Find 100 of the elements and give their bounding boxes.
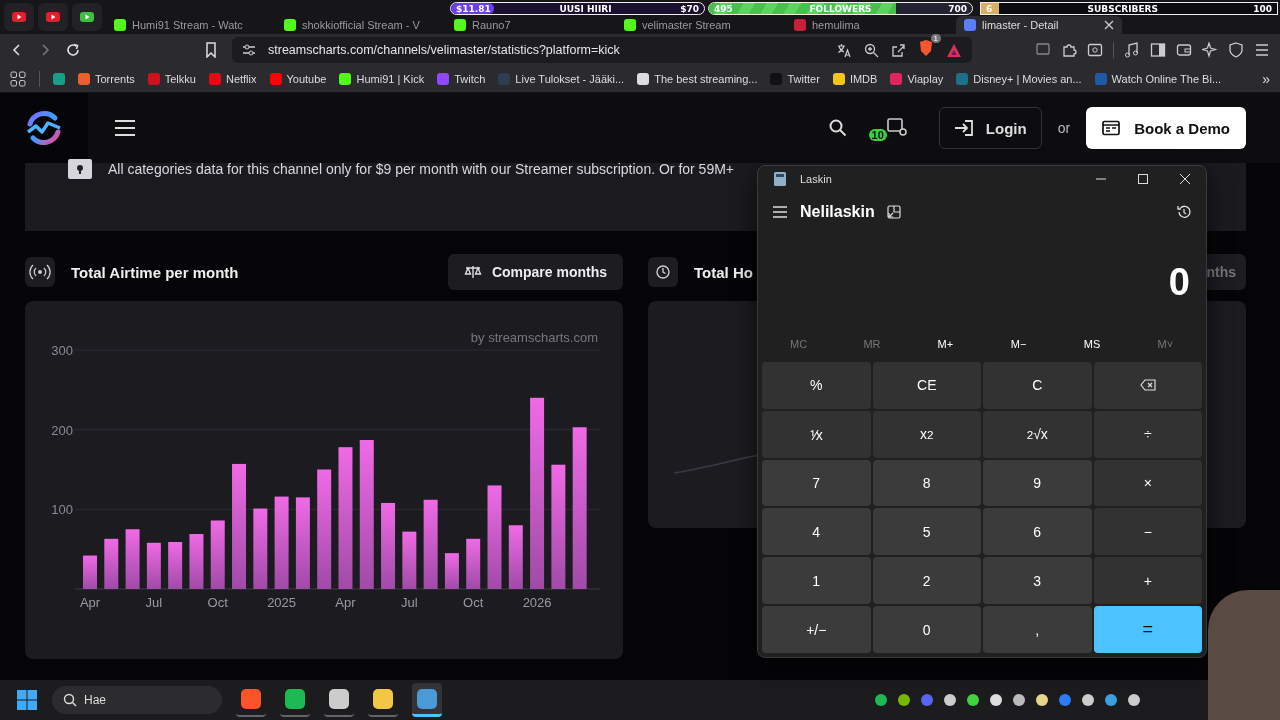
tray-icon[interactable] <box>990 694 1002 706</box>
book-demo-button[interactable]: Book a Demo <box>1086 107 1246 149</box>
reload-icon[interactable] <box>66 43 80 57</box>
translate-icon[interactable] <box>837 42 852 58</box>
browser-tab[interactable]: Rauno7 <box>446 16 612 34</box>
calculator-key[interactable]: 2 <box>872 557 981 605</box>
music-note-icon[interactable] <box>1124 42 1140 58</box>
calculator-key[interactable]: × <box>1093 459 1202 507</box>
bookmark-icon[interactable] <box>204 42 218 58</box>
tray-icon[interactable] <box>898 694 910 706</box>
calculator-icon <box>774 172 786 186</box>
calculator-key[interactable]: 4 <box>762 508 871 556</box>
pinned-tab[interactable] <box>72 3 102 31</box>
browser-tab[interactable]: limaster - Detail <box>956 16 1122 34</box>
calculator-key[interactable]: − <box>1093 508 1202 556</box>
bookmark-link[interactable]: Live Tulokset - Jääki... <box>498 73 625 85</box>
calculator-key[interactable]: C <box>983 362 1092 409</box>
taskbar-app[interactable] <box>412 683 442 717</box>
bookmark-link[interactable]: The best streaming... <box>637 73 758 85</box>
bar <box>210 520 225 589</box>
history-icon[interactable] <box>1176 204 1192 220</box>
bookmark-link[interactable]: Disney+ | Movies an... <box>956 73 1082 85</box>
calculator-key[interactable]: 8 <box>872 459 981 507</box>
calculator-key[interactable]: 3 <box>983 557 1092 605</box>
zoom-icon[interactable] <box>864 42 879 58</box>
bookmark-link[interactable]: Telkku <box>147 73 196 85</box>
bookmark-link[interactable]: Torrents <box>78 73 135 85</box>
calculator-key[interactable]: 1 <box>762 557 871 605</box>
calculator-key[interactable]: ÷ <box>1093 410 1202 458</box>
bookmark-link[interactable]: Viaplay <box>890 73 944 85</box>
logo-icon[interactable] <box>24 108 64 148</box>
browser-tab[interactable]: Humi91 Stream - Watc <box>106 16 272 34</box>
calculator-key[interactable]: + <box>1093 557 1202 605</box>
sparkle-icon[interactable] <box>1202 42 1218 58</box>
memory-button[interactable]: M+ <box>908 332 982 356</box>
tray-icon[interactable] <box>944 694 956 706</box>
menu-icon[interactable] <box>1254 42 1270 58</box>
calculator-key[interactable]: 9 <box>983 459 1092 507</box>
login-button[interactable]: Login <box>938 107 1042 149</box>
menu-icon[interactable] <box>772 206 788 218</box>
browser-tab[interactable]: shokkiofficial Stream - V <box>276 16 442 34</box>
bookmark-link[interactable]: IMDB <box>832 73 878 85</box>
calculator-key[interactable]: 7 <box>762 459 871 507</box>
close-icon[interactable] <box>1180 174 1190 184</box>
search-icon[interactable] <box>828 119 847 137</box>
tray-icon[interactable] <box>1036 694 1048 706</box>
calculator-key[interactable]: 5 <box>872 508 981 556</box>
close-icon[interactable] <box>1104 20 1114 30</box>
calculator-key[interactable]: % <box>762 362 871 409</box>
share-icon[interactable] <box>891 42 906 58</box>
calculator-key[interactable]: CE <box>872 362 981 409</box>
bookmark-link[interactable]: Humi91 | Kick <box>339 73 425 85</box>
address-bar[interactable]: streamscharts.com/channels/velimaster/statistics?platform=kick 1 <box>232 37 972 63</box>
tray-icon[interactable] <box>1082 694 1094 706</box>
more-bookmarks-button[interactable]: » <box>1262 71 1270 87</box>
maximize-icon[interactable] <box>1138 174 1148 184</box>
compare-months-button[interactable]: Compare months <box>447 254 623 290</box>
calculator-key[interactable]: ⅟x <box>762 410 871 458</box>
tray-icon[interactable] <box>875 694 887 706</box>
calculator-key[interactable]: , <box>983 606 1092 653</box>
bar <box>508 525 523 589</box>
puzzle-icon[interactable] <box>1061 42 1077 58</box>
page-search-icon[interactable] <box>1087 42 1103 58</box>
calculator-key[interactable]: = <box>1093 606 1202 653</box>
lion-shield-icon[interactable] <box>918 39 934 57</box>
screen-icon[interactable] <box>1035 42 1051 58</box>
tray-icon[interactable] <box>967 694 979 706</box>
bar <box>444 553 459 589</box>
tray-icon[interactable] <box>1013 694 1025 706</box>
screen-settings-icon[interactable] <box>886 117 907 139</box>
pinned-tab[interactable] <box>38 3 68 31</box>
keep-on-top-icon[interactable] <box>886 205 901 219</box>
calculator-key[interactable]: 6 <box>983 508 1092 556</box>
pinned-tab[interactable] <box>4 3 34 31</box>
tray-icon[interactable] <box>1105 694 1117 706</box>
tray-icon[interactable] <box>1128 694 1140 706</box>
memory-button[interactable]: MS <box>1055 332 1129 356</box>
bookmark-link[interactable]: Twitch <box>437 73 486 85</box>
browser-tab[interactable]: hemulima <box>786 16 952 34</box>
menu-icon[interactable] <box>114 119 136 137</box>
bar <box>104 538 119 589</box>
tab-title: Humi91 Stream - Watc <box>132 19 244 31</box>
calculator-key[interactable]: 0 <box>872 606 981 653</box>
memory-button[interactable]: M− <box>982 332 1056 356</box>
browser-tab[interactable]: velimaster Stream <box>616 16 782 34</box>
y-axis-label: 200 <box>51 422 73 438</box>
wallet-icon[interactable] <box>1176 42 1192 58</box>
bookmark-link[interactable]: Netflix <box>208 73 257 85</box>
sidebar-icon[interactable] <box>1150 42 1166 58</box>
start-icon[interactable] <box>16 689 38 711</box>
vpn-shield-icon[interactable] <box>1228 42 1244 58</box>
calculator-key[interactable]: +/− <box>762 606 871 653</box>
bookmark-link[interactable]: Watch Online The Bi... <box>1094 73 1222 85</box>
triangle-icon[interactable] <box>946 42 962 58</box>
bookmark-link[interactable]: Twitter <box>770 73 820 85</box>
apps-grid-icon[interactable] <box>10 71 26 87</box>
calculator-display: 0 <box>1167 259 1191 305</box>
bookmark-link[interactable]: Youtube <box>269 73 327 85</box>
search-field[interactable]: Hae <box>52 686 222 714</box>
site-settings-icon[interactable] <box>242 43 256 57</box>
